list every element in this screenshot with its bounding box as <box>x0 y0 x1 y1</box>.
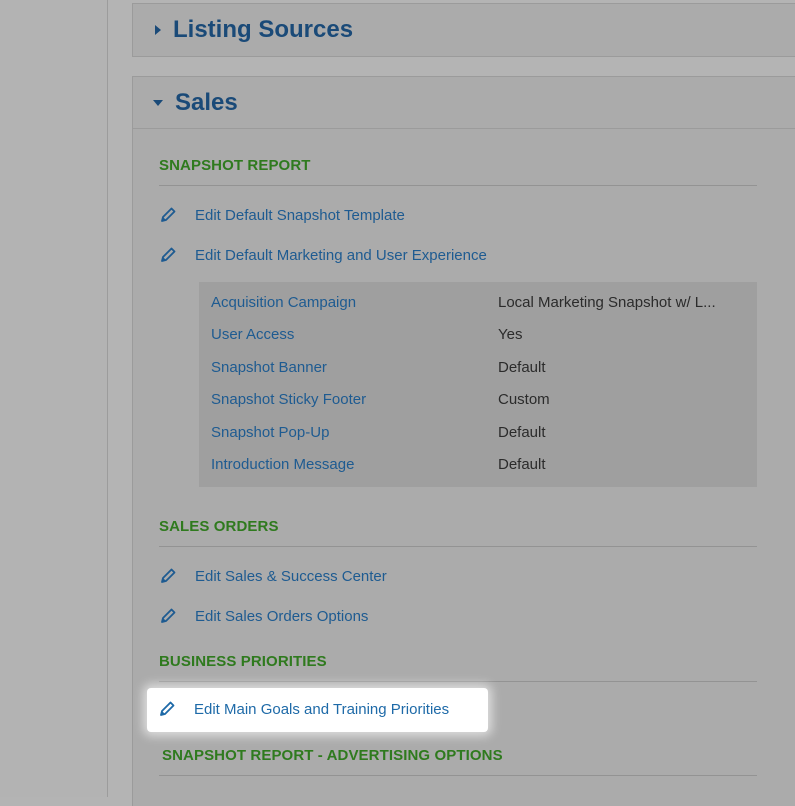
pencil-icon <box>161 247 176 262</box>
section-divider <box>159 681 757 682</box>
edit-sales-success-center-link[interactable]: Edit Sales & Success Center <box>159 567 387 585</box>
pencil-icon <box>160 701 175 716</box>
detail-key: Snapshot Sticky Footer <box>211 391 367 409</box>
business-priorities-heading: BUSINESS PRIORITIES <box>159 653 327 670</box>
pencil-icon <box>161 568 176 583</box>
edit-main-goals-link[interactable]: Edit Main Goals and Training Priorities <box>158 700 449 718</box>
caret-right-icon <box>155 25 161 35</box>
detail-value: Default <box>498 423 546 441</box>
edit-sales-orders-options-link[interactable]: Edit Sales Orders Options <box>159 607 368 625</box>
section-divider <box>159 546 757 547</box>
detail-value: Yes <box>498 326 523 344</box>
detail-row-snapshot-banner: Snapshot Banner Default <box>199 351 757 384</box>
detail-value: Custom <box>498 391 550 409</box>
detail-row-acquisition-campaign: Acquisition Campaign Local Marketing Sna… <box>199 286 757 319</box>
detail-value: Local Marketing Snapshot w/ L... <box>498 293 716 311</box>
detail-key: Snapshot Banner <box>211 358 327 376</box>
edit-default-marketing-link[interactable]: Edit Default Marketing and User Experien… <box>159 246 487 264</box>
edit-link-label[interactable]: Edit Sales & Success Center <box>195 568 387 585</box>
snapshot-report-heading: SNAPSHOT REPORT <box>159 157 311 174</box>
edit-link-label[interactable]: Edit Default Snapshot Template <box>195 207 405 224</box>
detail-row-snapshot-pop-up: Snapshot Pop-Up Default <box>199 416 757 449</box>
marketing-details-table: Acquisition Campaign Local Marketing Sna… <box>199 282 757 487</box>
listing-sources-header[interactable]: Listing Sources <box>133 4 795 56</box>
detail-key: Acquisition Campaign <box>211 293 357 311</box>
sales-title[interactable]: Sales <box>175 89 238 117</box>
detail-key: Introduction Message <box>211 456 355 474</box>
left-sidebar <box>0 0 108 797</box>
section-divider <box>159 185 757 186</box>
section-divider <box>159 775 757 776</box>
caret-down-icon <box>153 99 163 106</box>
detail-key: Snapshot Pop-Up <box>211 423 330 441</box>
listing-sources-panel: Listing Sources <box>132 3 795 57</box>
detail-row-introduction-message: Introduction Message Default <box>199 449 757 482</box>
edit-link-label[interactable]: Edit Sales Orders Options <box>195 608 368 625</box>
edit-link-label[interactable]: Edit Default Marketing and User Experien… <box>195 247 487 264</box>
listing-sources-title[interactable]: Listing Sources <box>173 16 353 44</box>
pencil-icon <box>161 608 176 623</box>
pencil-icon <box>161 207 176 222</box>
detail-row-user-access: User Access Yes <box>199 319 757 352</box>
sales-header[interactable]: Sales <box>133 77 795 129</box>
edit-link-label[interactable]: Edit Main Goals and Training Priorities <box>194 701 449 718</box>
detail-row-snapshot-sticky-footer: Snapshot Sticky Footer Custom <box>199 384 757 417</box>
detail-key: User Access <box>211 326 295 344</box>
sales-orders-heading: SALES ORDERS <box>159 518 279 535</box>
advertising-options-heading: SNAPSHOT REPORT - ADVERTISING OPTIONS <box>162 747 503 764</box>
edit-default-snapshot-template-link[interactable]: Edit Default Snapshot Template <box>159 206 405 224</box>
detail-value: Default <box>498 358 546 376</box>
detail-value: Default <box>498 456 546 474</box>
